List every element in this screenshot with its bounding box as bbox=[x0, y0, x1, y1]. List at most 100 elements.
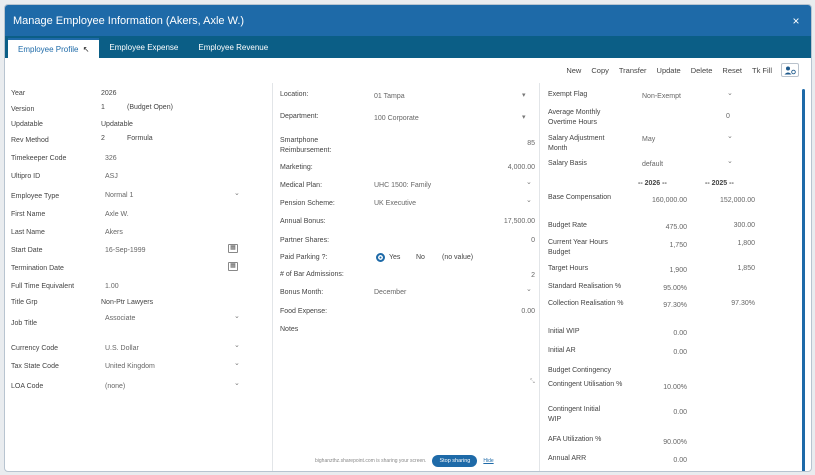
updatable-label: Updatable bbox=[11, 121, 43, 128]
new-button[interactable]: New bbox=[561, 66, 586, 75]
tax-state-code-select[interactable]: United Kingdom bbox=[105, 362, 155, 372]
employee-dialog: Manage Employee Information (Akers, Axle… bbox=[4, 4, 812, 472]
bonus-month-label: Bonus Month: bbox=[280, 289, 324, 296]
salary-basis-select[interactable]: default bbox=[642, 160, 663, 170]
tab-employee-profile[interactable]: Employee Profile ↖ bbox=[8, 38, 100, 58]
budget-contingency-label: Budget Contingency bbox=[548, 367, 612, 374]
budget-rate-2026[interactable]: 475.00 bbox=[666, 223, 687, 233]
base-comp-2026[interactable]: 160,000.00 bbox=[652, 196, 687, 206]
chevron-down-icon[interactable]: ⌄ bbox=[727, 132, 733, 140]
contingent-util-label: Contingent Utilisation % bbox=[548, 381, 623, 388]
initial-ar-label: Initial AR bbox=[548, 347, 576, 354]
termination-date-label: Termination Date bbox=[11, 265, 64, 272]
department-select[interactable]: 100 Corporate bbox=[374, 114, 419, 124]
rev-method-note: Formula bbox=[127, 135, 153, 142]
avg-overtime-input[interactable]: 0 bbox=[726, 112, 730, 122]
initial-wip-2026[interactable]: 0.00 bbox=[673, 329, 687, 339]
chevron-down-icon[interactable]: ⌄ bbox=[234, 312, 240, 320]
food-expense-label: Food Expense: bbox=[280, 308, 328, 315]
chevron-down-icon[interactable]: ⌄ bbox=[526, 196, 532, 204]
marketing-input[interactable]: 4,000.00 bbox=[508, 163, 535, 173]
update-button[interactable]: Update bbox=[652, 66, 686, 75]
notes-label: Notes bbox=[280, 326, 299, 333]
location-select[interactable]: 01 Tampa bbox=[374, 92, 405, 102]
start-date-label: Start Date bbox=[11, 247, 43, 254]
contingent-wip-label: Contingent Initial WIP bbox=[548, 406, 601, 423]
chevron-down-icon[interactable]: ⌄ bbox=[234, 379, 240, 387]
hide-link[interactable]: Hide bbox=[483, 458, 493, 464]
coll-realisation-2025[interactable]: 97.30% bbox=[731, 299, 755, 309]
reset-button[interactable]: Reset bbox=[717, 66, 747, 75]
chevron-down-icon[interactable]: ⌄ bbox=[526, 178, 532, 186]
last-name-input[interactable]: Akers bbox=[105, 228, 123, 238]
exempt-flag-select[interactable]: Non-Exempt bbox=[642, 92, 681, 102]
delete-button[interactable]: Delete bbox=[686, 66, 718, 75]
start-date-input[interactable]: 16-Sep-1999 bbox=[105, 246, 145, 256]
resize-handle-icon[interactable]: ⤡ bbox=[530, 379, 535, 386]
target-hours-2025[interactable]: 1,850 bbox=[737, 264, 755, 274]
transfer-button[interactable]: Transfer bbox=[614, 66, 652, 75]
pension-scheme-select[interactable]: UK Executive bbox=[374, 199, 416, 209]
cy-hours-2025[interactable]: 1,800 bbox=[737, 239, 755, 249]
salary-basis-label: Salary Basis bbox=[548, 160, 587, 167]
calendar-icon[interactable]: ▦ bbox=[228, 244, 238, 253]
bonus-month-select[interactable]: December bbox=[374, 288, 406, 298]
user-settings-icon[interactable] bbox=[781, 63, 799, 77]
salary-adj-month-label: Salary Adjustment Month bbox=[548, 135, 605, 152]
std-realisation-2026[interactable]: 95.00% bbox=[663, 284, 687, 294]
contingent-wip-2026[interactable]: 0.00 bbox=[673, 408, 687, 418]
budget-rate-label: Budget Rate bbox=[548, 222, 587, 229]
close-icon[interactable]: × bbox=[789, 14, 803, 28]
calendar-icon[interactable]: ▦ bbox=[228, 262, 238, 271]
food-expense-input[interactable]: 0.00 bbox=[521, 307, 535, 317]
afa-util-2026[interactable]: 90.00% bbox=[663, 438, 687, 448]
profile-form: Year 2026 Version 1 (Budget Open) Updata… bbox=[5, 83, 811, 471]
dropdown-arrow-icon[interactable]: ▾ bbox=[522, 91, 526, 99]
chevron-down-icon[interactable]: ⌄ bbox=[234, 189, 240, 197]
medical-plan-select[interactable]: UHC 1500: Family bbox=[374, 181, 431, 191]
budget-rate-2025[interactable]: 300.00 bbox=[734, 221, 755, 231]
contingent-util-2026[interactable]: 10.00% bbox=[663, 383, 687, 393]
coll-realisation-2026[interactable]: 97.30% bbox=[663, 301, 687, 311]
column-identity: Year 2026 Version 1 (Budget Open) Updata… bbox=[5, 83, 273, 471]
salary-adj-month-select[interactable]: May bbox=[642, 135, 655, 145]
year-value: 2026 bbox=[101, 90, 117, 97]
paid-parking-no-value[interactable]: (no value) bbox=[442, 253, 473, 263]
updatable-value: Updatable bbox=[101, 121, 133, 128]
smartphone-input[interactable]: 85 bbox=[527, 139, 535, 149]
stop-sharing-button[interactable]: Stop sharing bbox=[432, 455, 478, 467]
fte-input[interactable]: 1.00 bbox=[105, 282, 119, 292]
chevron-down-icon[interactable]: ⌄ bbox=[234, 341, 240, 349]
annual-bonus-input[interactable]: 17,500.00 bbox=[504, 217, 535, 227]
tk-fill-button[interactable]: Tk Fill bbox=[747, 66, 777, 75]
copy-button[interactable]: Copy bbox=[586, 66, 614, 75]
employee-type-label: Employee Type bbox=[11, 193, 60, 200]
target-hours-label: Target Hours bbox=[548, 265, 589, 272]
job-title-select[interactable]: Associate bbox=[105, 314, 135, 324]
std-realisation-label: Standard Realisation % bbox=[548, 283, 622, 290]
bar-admissions-input[interactable]: 2 bbox=[531, 271, 535, 281]
vertical-scrollbar[interactable] bbox=[802, 89, 805, 471]
loa-code-select[interactable]: (none) bbox=[105, 382, 125, 392]
target-hours-2026[interactable]: 1,900 bbox=[669, 266, 687, 276]
chevron-down-icon[interactable]: ⌄ bbox=[234, 359, 240, 367]
chevron-down-icon[interactable]: ⌄ bbox=[727, 157, 733, 165]
cy-hours-2026[interactable]: 1,750 bbox=[669, 241, 687, 251]
currency-code-select[interactable]: U.S. Dollar bbox=[105, 344, 139, 354]
employee-type-select[interactable]: Normal 1 bbox=[105, 191, 133, 201]
chevron-down-icon[interactable]: ⌄ bbox=[727, 89, 733, 97]
year-label: Year bbox=[11, 90, 26, 97]
dropdown-arrow-icon[interactable]: ▾ bbox=[522, 113, 526, 121]
chevron-down-icon[interactable]: ⌄ bbox=[526, 285, 532, 293]
tab-employee-revenue[interactable]: Employee Revenue bbox=[188, 38, 278, 58]
base-comp-2025[interactable]: 152,000.00 bbox=[720, 196, 755, 206]
paid-parking-no-label[interactable]: No bbox=[416, 253, 425, 263]
mouse-cursor-icon: ↖ bbox=[82, 45, 90, 54]
partner-shares-input[interactable]: 0 bbox=[531, 236, 535, 246]
annual-arr-2026[interactable]: 0.00 bbox=[673, 456, 687, 466]
tab-employee-expense[interactable]: Employee Expense bbox=[99, 38, 188, 58]
first-name-input[interactable]: Axle W. bbox=[105, 210, 129, 220]
paid-parking-yes-radio[interactable] bbox=[376, 253, 385, 262]
rev-method-label: Rev Method bbox=[11, 137, 49, 144]
initial-ar-2026[interactable]: 0.00 bbox=[673, 348, 687, 358]
